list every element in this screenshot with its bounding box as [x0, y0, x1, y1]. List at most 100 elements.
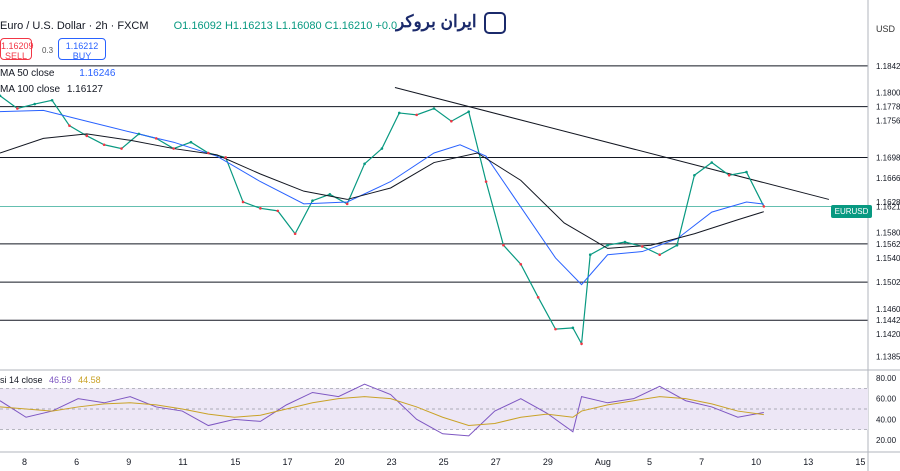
- currency-label[interactable]: USD: [876, 24, 895, 34]
- ma50-label: MA 50 close: [0, 68, 55, 79]
- buy-label: BUY: [72, 51, 92, 61]
- price-point: [276, 209, 280, 213]
- rsi-legend[interactable]: si 14 close 46.59 44.58: [0, 375, 101, 385]
- price-point: [432, 107, 436, 110]
- price-tick-label: 1.1420: [876, 330, 900, 339]
- price-tick-label: 1.1756: [876, 117, 900, 126]
- price-tick-label: 1.1621: [876, 202, 900, 211]
- price-point: [658, 253, 661, 257]
- rsi-value: 46.59: [49, 375, 72, 385]
- rsi-tick-label: 40.00: [876, 415, 897, 424]
- rsi-label: si 14 close: [0, 375, 43, 385]
- price-point: [311, 199, 314, 202]
- rsi-tick-label: 20.00: [876, 436, 897, 445]
- time-tick-label: 9: [126, 457, 131, 467]
- rsi-ma-value: 44.58: [78, 375, 101, 385]
- price-point: [85, 134, 89, 138]
- price-point: [154, 137, 158, 140]
- price-point: [536, 296, 540, 299]
- buy-button[interactable]: 1.16212 BUY: [58, 38, 106, 61]
- spread-value: 0.3: [42, 46, 54, 55]
- time-tick-label: Aug: [595, 457, 611, 467]
- ma100-legend[interactable]: MA 100 close 1.16127: [0, 84, 103, 95]
- price-tick-label: 1.1666: [876, 174, 900, 183]
- price-point: [328, 193, 332, 196]
- time-tick-label: 7: [699, 457, 704, 467]
- ma100-label: MA 100 close: [0, 84, 61, 95]
- price-point: [172, 147, 175, 150]
- sell-price: 1.16209: [1, 41, 34, 51]
- price-point: [33, 102, 37, 106]
- price-tick-label: 1.1800: [876, 89, 900, 98]
- symbol-badge: EURUSD: [831, 205, 872, 218]
- time-tick-label: 15: [855, 457, 865, 467]
- buy-price: 1.16212: [65, 41, 99, 51]
- time-tick-label: 11: [178, 457, 187, 467]
- price-point: [293, 232, 297, 236]
- price-point: [415, 113, 418, 117]
- sell-label: SELL: [4, 51, 28, 61]
- price-tick-label: 1.1502: [876, 278, 900, 287]
- price-point: [380, 147, 384, 150]
- time-tick-label: 29: [543, 457, 553, 467]
- chart-header: Euro / U.S. Dollar · 2h · FXCM O1.16092 …: [0, 20, 397, 32]
- ohlc-values: O1.16092 H1.16213 L1.16080 C1.16210 +0.0: [173, 20, 398, 32]
- price-point: [745, 170, 748, 174]
- price-point: [762, 205, 766, 208]
- ma50-legend[interactable]: MA 50 close 1.16246: [0, 68, 115, 79]
- price-point: [588, 253, 592, 257]
- price-tick-label: 1.1580: [876, 228, 900, 237]
- price-point: [693, 173, 696, 177]
- time-tick-label: 13: [803, 457, 813, 467]
- price-point: [363, 162, 366, 166]
- price-point: [68, 124, 71, 127]
- time-tick-label: 6: [74, 457, 79, 467]
- price-tick-label: 1.1698: [876, 153, 900, 162]
- price-point: [241, 200, 245, 204]
- price-point: [519, 262, 523, 266]
- ma50-value: 1.16246: [79, 68, 116, 79]
- price-tick-label: 1.1385: [876, 352, 900, 361]
- time-tick-label: 10: [751, 457, 761, 467]
- time-tick-label: 20: [335, 457, 345, 467]
- time-tick-label: 15: [230, 457, 240, 467]
- rsi-tick-label: 60.00: [876, 395, 897, 404]
- price-point: [502, 243, 505, 247]
- price-point: [580, 342, 583, 346]
- price-point: [207, 151, 210, 155]
- price-point: [102, 143, 106, 147]
- time-tick-label: 8: [22, 457, 27, 467]
- price-tick-label: 1.1778: [876, 103, 900, 112]
- price-point: [675, 243, 679, 247]
- time-tick-label: 27: [491, 457, 501, 467]
- price-point: [397, 111, 401, 115]
- price-tick-label: 1.1842: [876, 62, 900, 71]
- price-tick-label: 1.1460: [876, 305, 900, 314]
- time-tick-label: 5: [647, 457, 652, 467]
- price-point: [623, 240, 627, 244]
- price-point: [259, 207, 262, 210]
- price-point: [571, 326, 575, 330]
- price-point: [606, 243, 609, 247]
- price-point: [710, 161, 714, 164]
- price-chart[interactable]: 1.1842 1.1800 1.1778 1.1756 1.1698 1.1666 1.16…: [0, 0, 900, 471]
- price-tick-label: 1.1442: [876, 316, 900, 325]
- symbol-title[interactable]: Euro / U.S. Dollar · 2h · FXCM: [0, 20, 149, 32]
- price-point: [16, 107, 19, 110]
- broker-logo: ایران بروکر: [396, 12, 477, 31]
- sell-button[interactable]: 1.16209 SELL: [0, 38, 34, 61]
- price-point: [554, 327, 557, 331]
- price-point: [120, 147, 123, 150]
- ma100-value: 1.16127: [66, 84, 103, 95]
- time-tick-label: 23: [387, 457, 397, 467]
- rsi-tick-label: 80.00: [876, 374, 897, 383]
- price-point: [189, 140, 193, 144]
- price-point: [137, 132, 141, 136]
- price-point: [224, 156, 227, 159]
- price-point: [50, 98, 54, 102]
- price-point: [467, 110, 471, 113]
- price-point: [450, 119, 453, 123]
- price-point: [345, 202, 349, 206]
- price-point: [484, 180, 488, 183]
- price-tick-label: 1.1562: [876, 240, 900, 249]
